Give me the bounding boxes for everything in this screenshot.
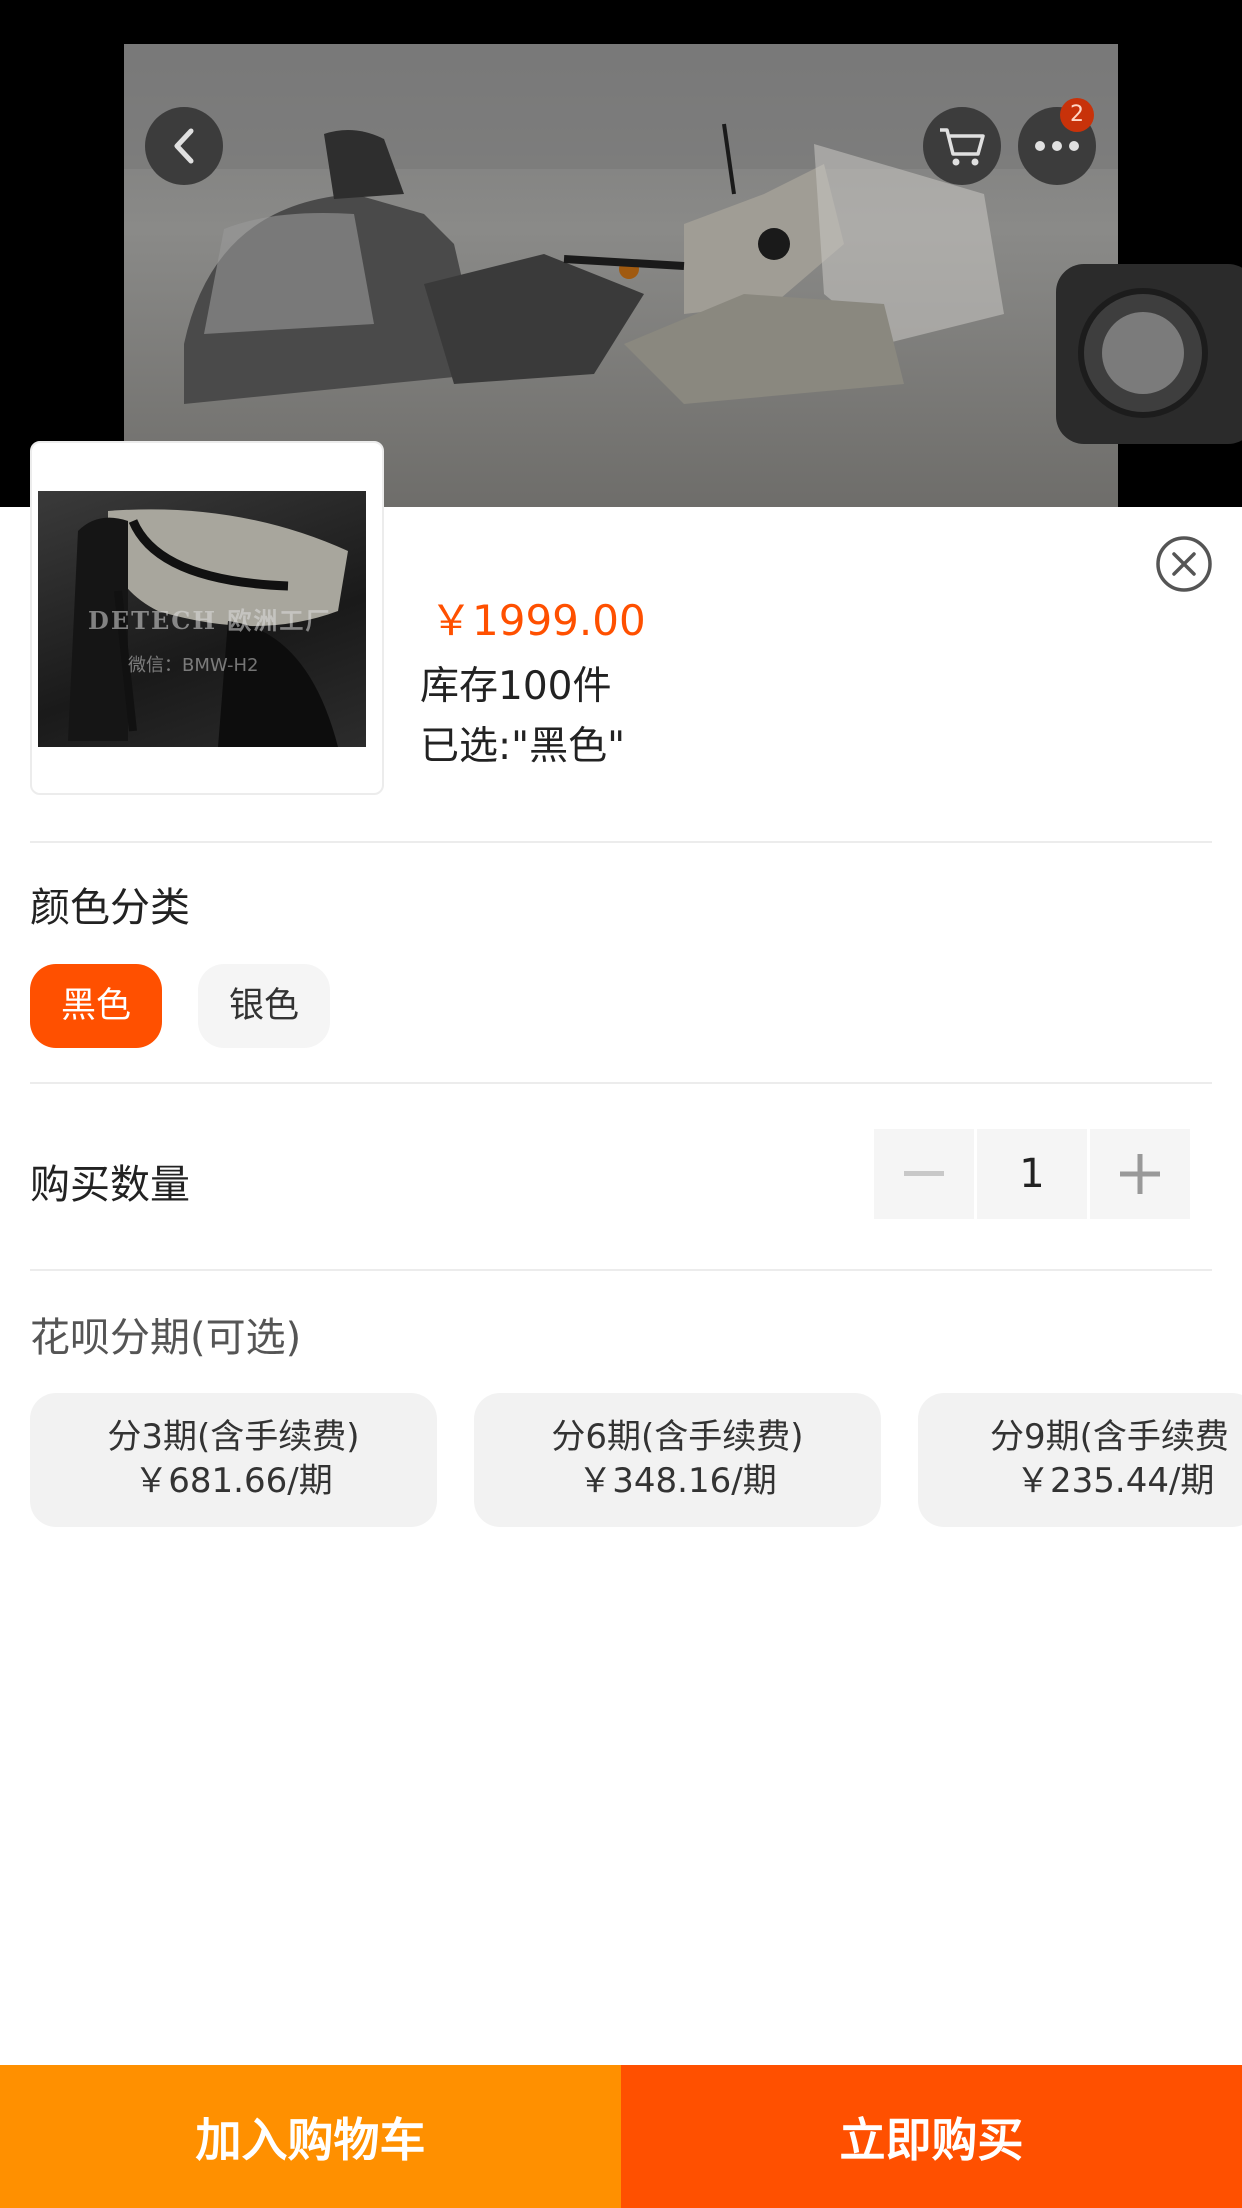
installment-plan-9[interactable]: 分9期(含手续费 ￥235.44/期 [918, 1393, 1242, 1527]
plus-icon [1120, 1154, 1160, 1194]
plan-terms: 分9期(含手续费 [990, 1417, 1229, 1457]
product-price: ￥1999.00 [430, 596, 646, 645]
thumbnail-watermark-sub: 微信：BMW-H2 [128, 655, 259, 676]
plan-amount: ￥681.66/期 [134, 1461, 333, 1501]
minus-icon [904, 1171, 944, 1176]
stock-count: 库存100件 [420, 664, 612, 709]
more-icon [1035, 141, 1079, 151]
cart-icon [940, 128, 985, 166]
installment-plan-3[interactable]: 分3期(含手续费) ￥681.66/期 [30, 1393, 437, 1527]
close-button[interactable] [1155, 535, 1213, 593]
quantity-increase-button[interactable] [1090, 1129, 1190, 1219]
quantity-decrease-button[interactable] [874, 1129, 974, 1219]
divider [30, 1269, 1212, 1271]
color-option-silver[interactable]: 银色 [198, 964, 330, 1048]
product-thumbnail: DETECH 欧洲工厂 微信：BMW-H2 [30, 441, 384, 795]
quantity-section-title: 购买数量 [30, 1162, 190, 1208]
assistive-touch-button[interactable] [1056, 264, 1242, 444]
back-button[interactable] [145, 107, 223, 185]
divider [30, 841, 1212, 843]
add-to-cart-button[interactable]: 加入购物车 [0, 2065, 621, 2208]
color-section-title: 颜色分类 [30, 885, 190, 931]
color-option-black[interactable]: 黑色 [30, 964, 162, 1048]
back-icon [174, 128, 194, 164]
installment-section-title: 花呗分期(可选) [30, 1315, 302, 1361]
thumbnail-watermark: DETECH 欧洲工厂 [88, 606, 332, 635]
buy-now-button[interactable]: 立即购买 [621, 2065, 1242, 2208]
plan-terms: 分3期(含手续费) [107, 1417, 360, 1457]
product-thumbnail-image: DETECH 欧洲工厂 微信：BMW-H2 [38, 491, 366, 747]
plan-amount: ￥235.44/期 [1016, 1461, 1215, 1501]
installment-plan-6[interactable]: 分6期(含手续费) ￥348.16/期 [474, 1393, 881, 1527]
quantity-input[interactable]: 1 [977, 1129, 1087, 1219]
notification-badge: 2 [1060, 98, 1094, 132]
divider [30, 1082, 1212, 1084]
selected-variant: 已选:"黑色" [420, 724, 626, 769]
assistive-core [1102, 312, 1184, 394]
cart-button[interactable] [923, 107, 1001, 185]
background-overlay[interactable]: 2 [0, 0, 1242, 507]
plan-terms: 分6期(含手续费) [551, 1417, 804, 1457]
plan-amount: ￥348.16/期 [578, 1461, 777, 1501]
close-icon [1156, 536, 1212, 592]
